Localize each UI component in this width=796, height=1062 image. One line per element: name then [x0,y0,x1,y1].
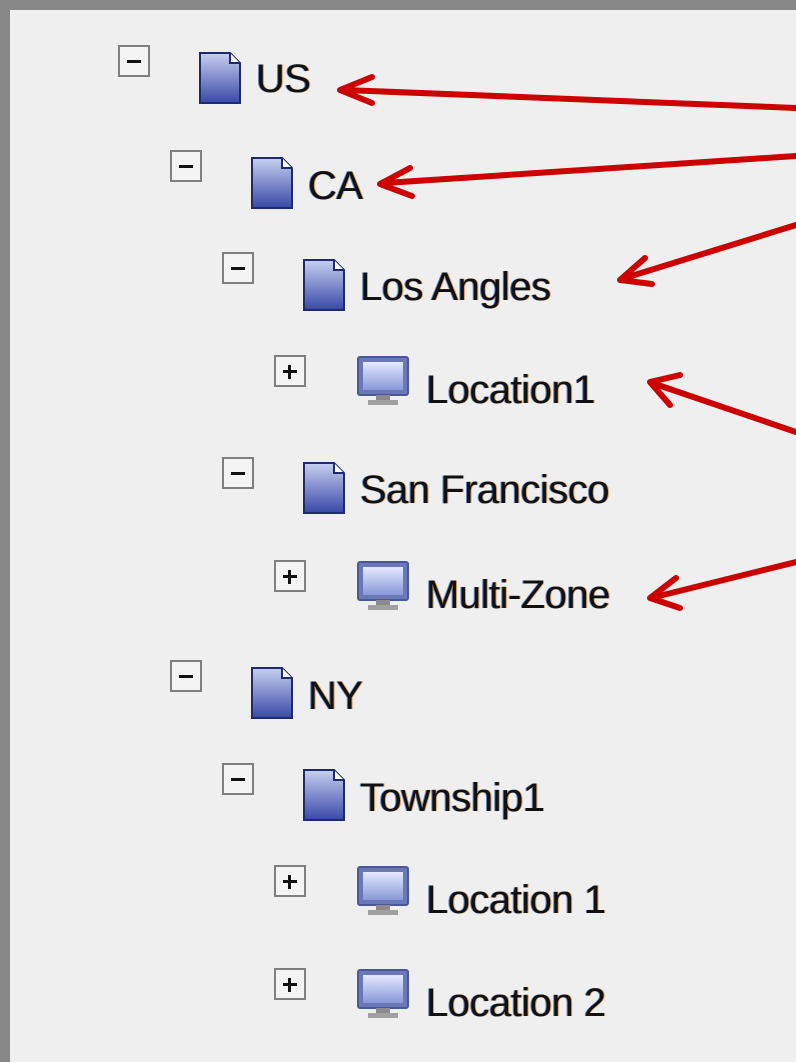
document-folder-icon [199,52,241,104]
document-folder-icon [251,157,293,209]
expand-toggle-icon[interactable] [274,560,306,592]
collapse-toggle-icon[interactable] [170,150,202,182]
tree-node-label: Location 2 [426,981,606,1025]
tree-node-label: Location1 [426,368,595,412]
tree-node-label: NY [308,674,363,718]
tree-node-label: Location 1 [426,878,606,922]
document-folder-icon [303,259,345,311]
tree-node-label: CA [308,164,363,208]
collapse-toggle-icon[interactable] [170,660,202,692]
collapse-toggle-icon[interactable] [222,763,254,795]
monitor-icon [357,969,409,1018]
monitor-icon [357,356,409,405]
collapse-toggle-icon[interactable] [222,252,254,284]
tree-node-label: Township1 [360,776,545,820]
collapse-toggle-icon[interactable] [118,45,150,77]
document-folder-icon [251,667,293,719]
monitor-icon [357,561,409,610]
document-folder-icon [303,769,345,821]
monitor-icon [357,866,409,915]
tree-node-label: Los Angles [360,265,551,309]
collapse-toggle-icon[interactable] [222,457,254,489]
expand-toggle-icon[interactable] [274,355,306,387]
expand-toggle-icon[interactable] [274,865,306,897]
tree-node-label: Multi-Zone [426,573,610,617]
expand-toggle-icon[interactable] [274,968,306,1000]
location-tree: US CA Los Angles Location1 San Francisco… [0,0,796,1062]
tree-node-label: US [256,57,311,101]
tree-node-label: San Francisco [360,468,610,512]
document-folder-icon [303,462,345,514]
